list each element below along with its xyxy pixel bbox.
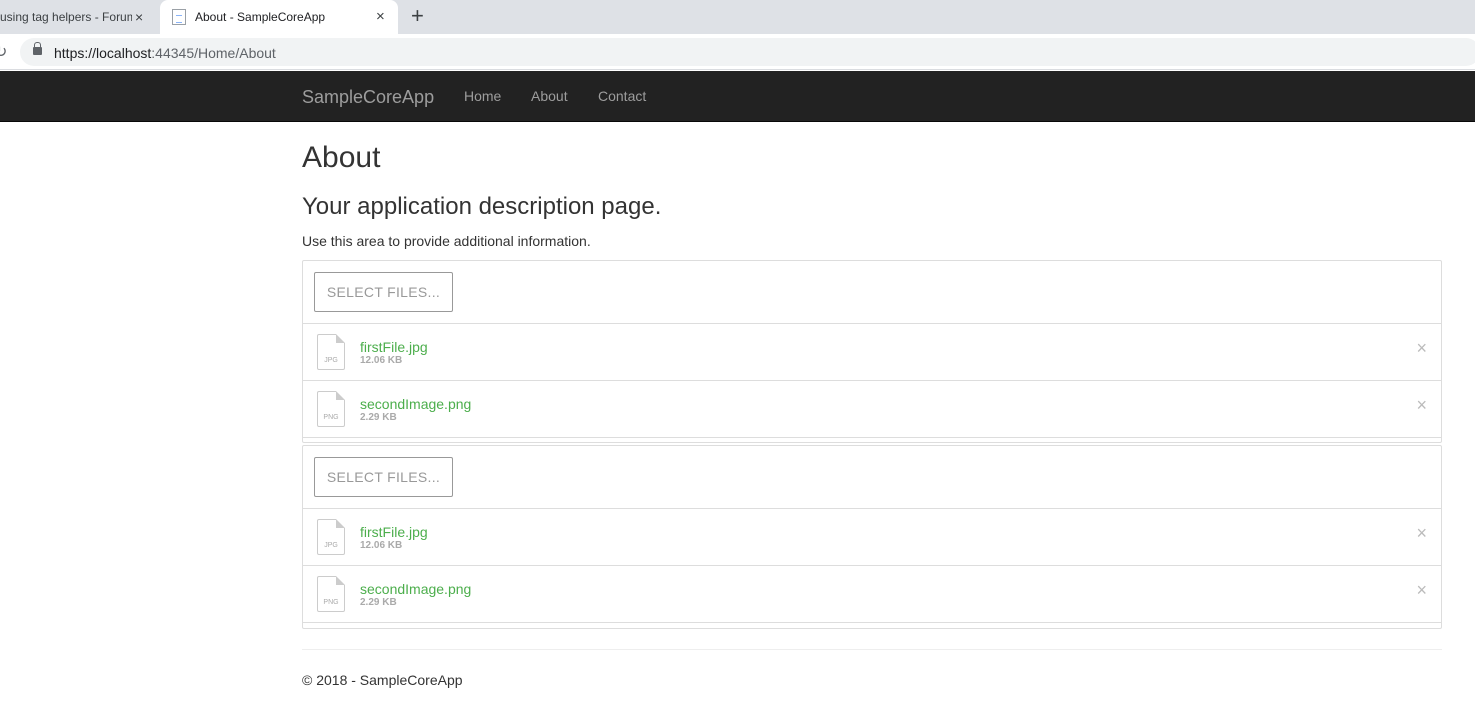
upload-file-item: PNG secondImage.png 2.29 KB × (303, 381, 1441, 438)
upload-file-item: PNG secondImage.png 2.29 KB × (303, 566, 1441, 623)
browser-tab-forum[interactable]: using tag helpers - Forum × (0, 0, 158, 34)
nav-link-home[interactable]: Home (464, 88, 501, 104)
footer-text: © 2018 - SampleCoreApp (302, 672, 463, 688)
select-files-button[interactable]: SELECT FILES... (314, 272, 453, 312)
nav-link-about[interactable]: About (531, 88, 568, 104)
file-extension: JPG (324, 357, 338, 364)
file-upload-widget: SELECT FILES... JPG firstFile.jpg 12.06 … (302, 445, 1442, 629)
file-name: secondImage.png (360, 396, 472, 412)
file-size: 2.29 KB (360, 412, 397, 423)
file-extension: JPG (324, 542, 338, 549)
upload-file-item: JPG firstFile.jpg 12.06 KB × (303, 509, 1441, 566)
tab-title: using tag helpers - Forum (0, 10, 132, 24)
url-path: :44345/Home/About (151, 45, 276, 61)
file-size: 2.29 KB (360, 597, 397, 608)
new-tab-icon[interactable]: + (411, 5, 424, 27)
file-size: 12.06 KB (360, 355, 403, 366)
reload-icon[interactable]: ↻ (0, 42, 7, 62)
app-navbar: SampleCoreApp Home About Contact (0, 71, 1475, 122)
address-bar[interactable]: https://localhost:44345/Home/About (20, 38, 1475, 66)
page-description: Use this area to provide additional info… (302, 233, 591, 249)
page-title: About (302, 141, 381, 174)
file-size: 12.06 KB (360, 540, 403, 551)
remove-file-icon[interactable]: × (1416, 523, 1427, 544)
upload-dropzone: SELECT FILES... (303, 446, 1441, 509)
file-upload-widget: SELECT FILES... JPG firstFile.jpg 12.06 … (302, 260, 1442, 443)
url-host: https://localhost (54, 45, 152, 61)
select-files-button[interactable]: SELECT FILES... (314, 457, 453, 497)
page-subtitle: Your application description page. (302, 193, 662, 220)
file-name: firstFile.jpg (360, 524, 428, 540)
browser-toolbar: ↻ https://localhost:44345/Home/About (0, 34, 1475, 70)
file-name: secondImage.png (360, 581, 472, 597)
file-name: firstFile.jpg (360, 339, 428, 355)
upload-file-item: JPG firstFile.jpg 12.06 KB × (303, 324, 1441, 381)
page-favicon-icon (172, 9, 186, 25)
tab-close-icon[interactable]: × (135, 9, 143, 25)
tab-title: About - SampleCoreApp (195, 10, 326, 24)
file-extension: PNG (323, 414, 339, 421)
upload-dropzone: SELECT FILES... (303, 261, 1441, 324)
nav-link-contact[interactable]: Contact (598, 88, 646, 104)
browser-tabstrip: using tag helpers - Forum × About - Samp… (0, 0, 1475, 34)
file-icon: JPG (317, 334, 345, 370)
file-icon: JPG (317, 519, 345, 555)
remove-file-icon[interactable]: × (1416, 338, 1427, 359)
file-icon: PNG (317, 391, 345, 427)
remove-file-icon[interactable]: × (1416, 580, 1427, 601)
lock-icon[interactable] (33, 42, 42, 55)
footer-divider (302, 649, 1442, 650)
remove-file-icon[interactable]: × (1416, 395, 1427, 416)
browser-tab-about[interactable]: About - SampleCoreApp × (160, 0, 398, 34)
file-extension: PNG (323, 599, 339, 606)
file-icon: PNG (317, 576, 345, 612)
tab-close-icon[interactable]: × (376, 8, 385, 25)
url-text: https://localhost:44345/Home/About (54, 45, 276, 61)
navbar-brand[interactable]: SampleCoreApp (302, 87, 434, 108)
